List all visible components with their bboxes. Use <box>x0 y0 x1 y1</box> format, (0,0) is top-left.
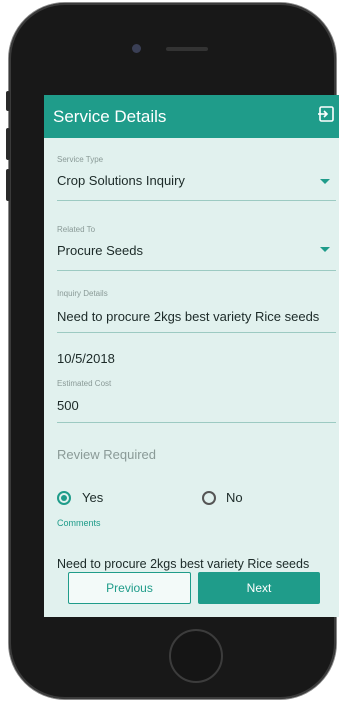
radio-selected-dot <box>61 495 67 501</box>
chevron-down-icon <box>320 179 330 184</box>
next-button[interactable]: Next <box>198 572 320 604</box>
divider <box>57 200 336 201</box>
inquiry-details-value: Need to procure 2kgs best variety Rice s… <box>57 309 320 324</box>
estimated-cost-value: 500 <box>57 398 79 413</box>
volume-up-button <box>6 128 10 160</box>
date-value: 10/5/2018 <box>57 351 115 366</box>
chevron-down-icon <box>320 247 330 252</box>
comments-label: Comments <box>57 518 101 528</box>
related-to-dropdown[interactable]: Related To Procure Seeds <box>57 223 336 271</box>
service-type-dropdown[interactable]: Service Type Crop Solutions Inquiry <box>57 153 336 201</box>
home-button[interactable] <box>169 629 223 683</box>
mute-switch <box>6 91 10 111</box>
previous-button[interactable]: Previous <box>68 572 191 604</box>
inquiry-details-field[interactable]: Inquiry Details Need to procure 2kgs bes… <box>57 289 336 335</box>
phone-frame: Service Details Service Type Crop Soluti… <box>6 3 339 699</box>
earpiece-speaker <box>166 47 208 51</box>
exit-to-app-icon[interactable] <box>317 105 335 123</box>
divider <box>57 270 336 271</box>
divider <box>57 422 336 423</box>
related-to-value: Procure Seeds <box>57 243 143 258</box>
divider <box>57 332 336 333</box>
app-screen: Service Details Service Type Crop Soluti… <box>44 95 339 617</box>
date-field[interactable]: 10/5/2018 <box>57 351 336 371</box>
inquiry-details-label: Inquiry Details <box>57 289 108 298</box>
radio-no-label[interactable]: No <box>226 490 243 505</box>
front-camera <box>132 44 141 53</box>
estimated-cost-field[interactable]: Estimated Cost 500 <box>57 379 336 425</box>
service-type-value: Crop Solutions Inquiry <box>57 173 185 188</box>
estimated-cost-label: Estimated Cost <box>57 379 112 388</box>
radio-yes[interactable] <box>57 491 71 505</box>
related-to-label: Related To <box>57 225 96 234</box>
review-required-label: Review Required <box>57 447 156 462</box>
comments-input[interactable]: Need to procure 2kgs best variety Rice s… <box>57 557 309 571</box>
page-title: Service Details <box>53 107 167 126</box>
radio-yes-label[interactable]: Yes <box>82 490 103 505</box>
volume-down-button <box>6 169 10 201</box>
app-bar: Service Details <box>44 95 339 138</box>
service-type-label: Service Type <box>57 155 104 164</box>
radio-no[interactable] <box>202 491 216 505</box>
